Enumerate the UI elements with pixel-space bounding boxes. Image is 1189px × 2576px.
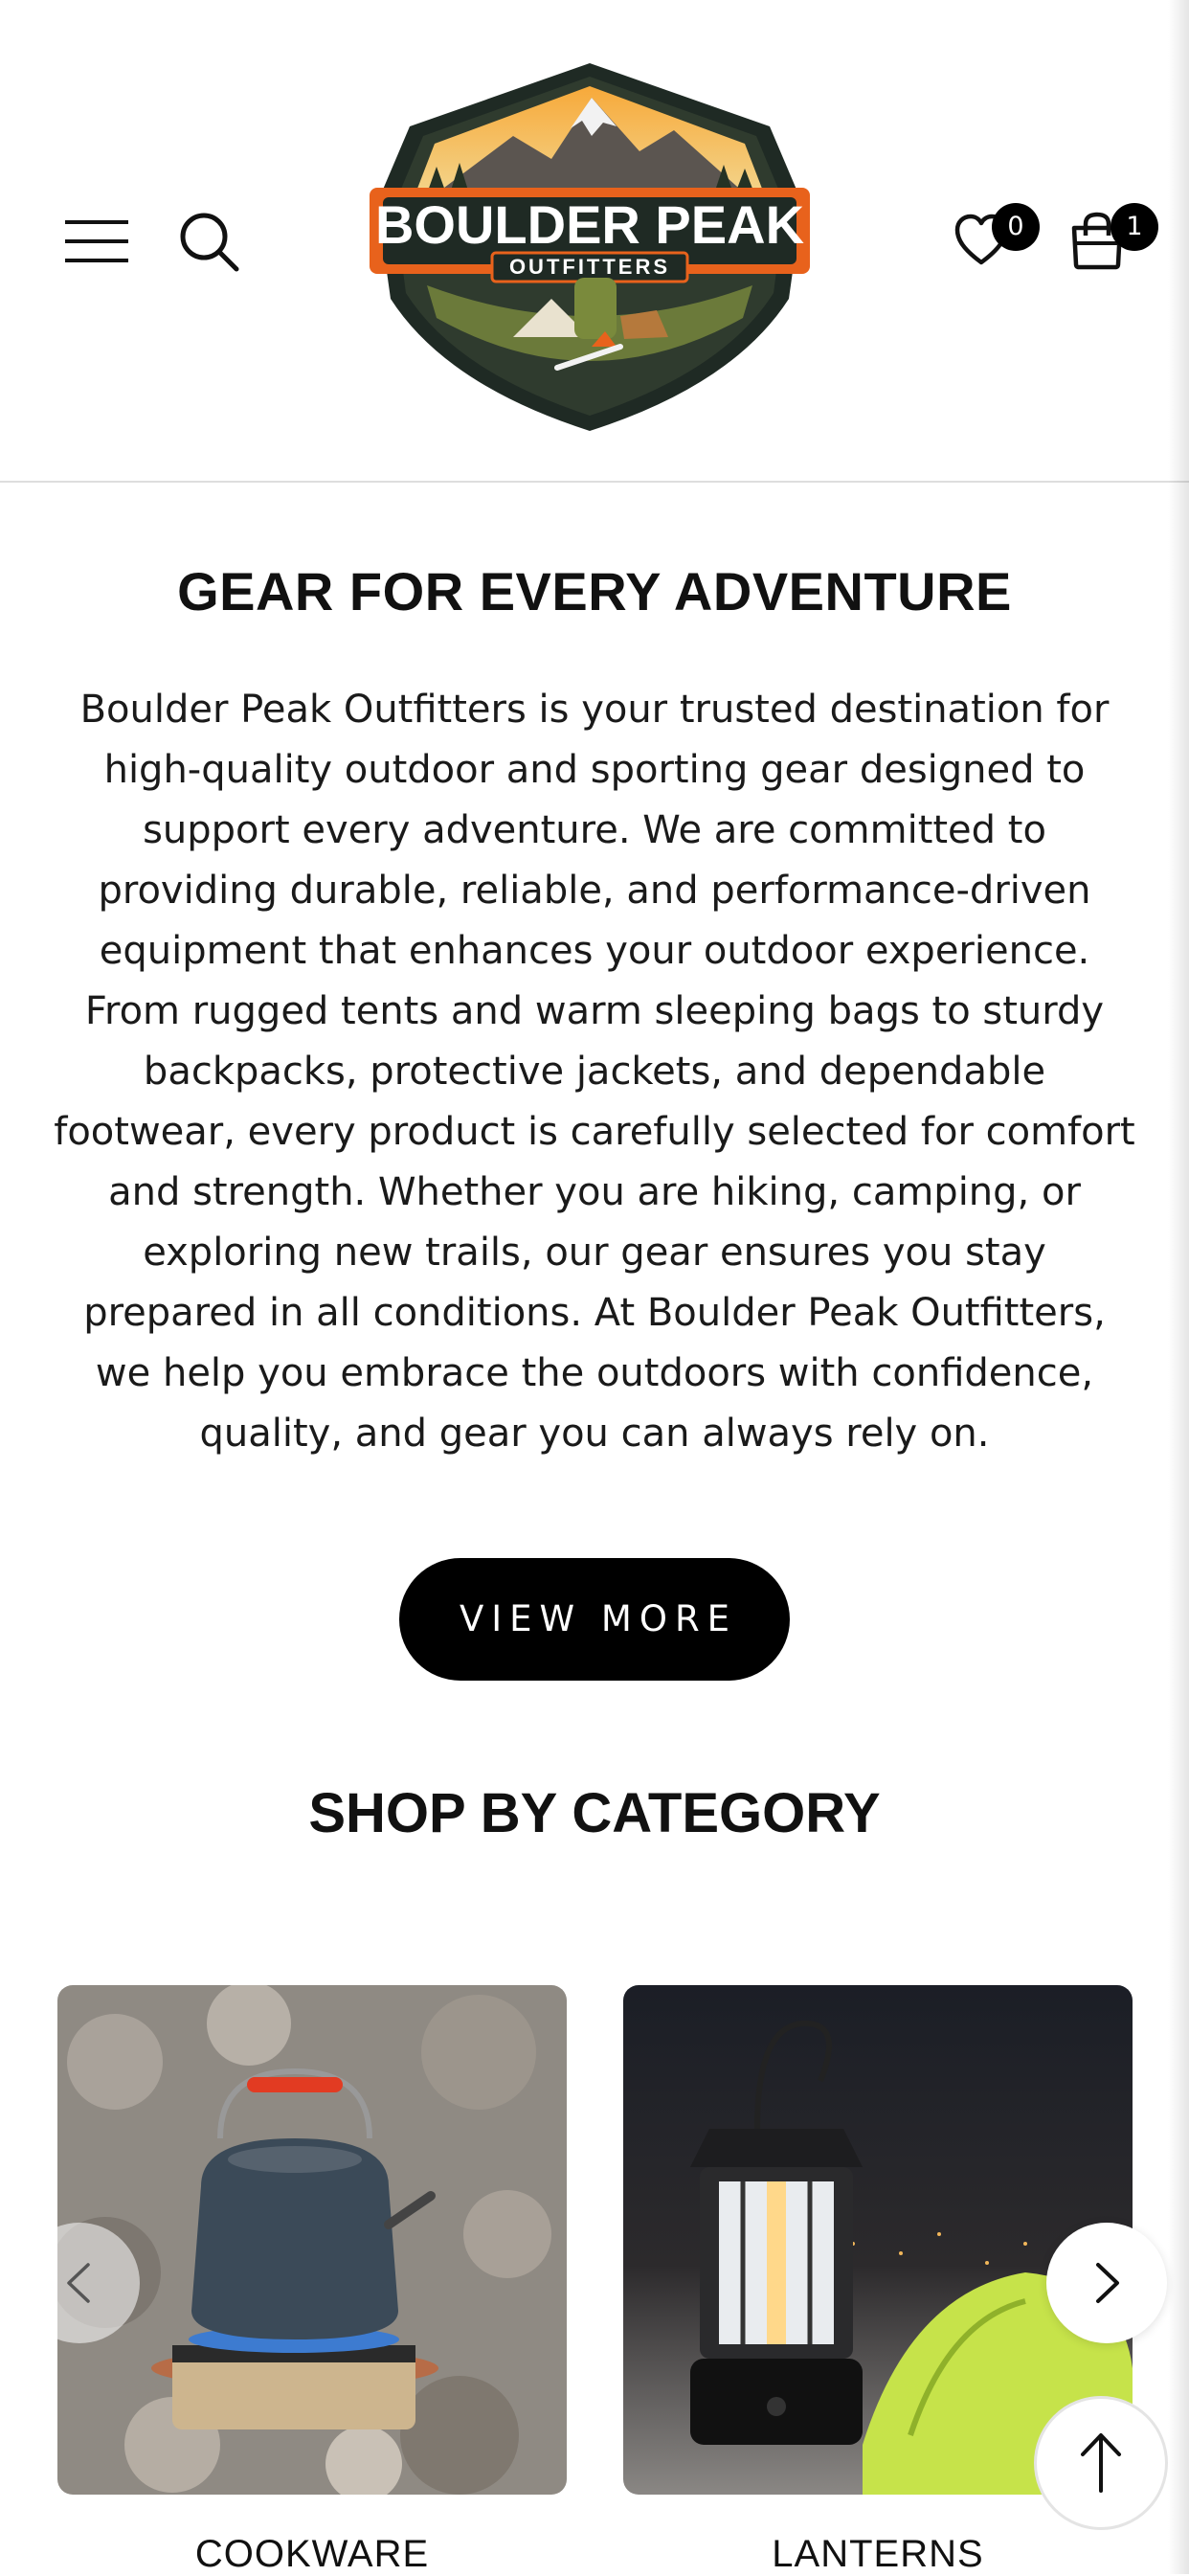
- category-label-cookware[interactable]: COOKWARE: [57, 2533, 567, 2576]
- logo-sub-text: OUTFITTERS: [509, 255, 670, 279]
- back-to-top-button[interactable]: [1034, 2396, 1168, 2530]
- site-header: BOULDER PEAK OUTFITTERS 0 1: [0, 0, 1189, 483]
- cart-count-badge: 1: [1110, 203, 1158, 251]
- intro-title: GEAR FOR EVERY ADVENTURE: [177, 561, 1012, 621]
- logo-brand-text: BOULDER PEAK: [375, 194, 804, 255]
- brand-logo[interactable]: BOULDER PEAK OUTFITTERS: [370, 59, 810, 435]
- chevron-right-icon: [1096, 2263, 1119, 2303]
- search-icon[interactable]: [178, 211, 241, 274]
- carousel-prev-button[interactable]: [19, 2223, 140, 2343]
- category-section-title: SHOP BY CATEGORY: [308, 1782, 881, 1844]
- wishlist-count-badge: 0: [992, 203, 1040, 251]
- carousel-next-button[interactable]: [1046, 2223, 1167, 2343]
- page-edge-shadow: [1168, 0, 1189, 2574]
- hamburger-menu-icon[interactable]: [65, 218, 130, 264]
- intro-text: Boulder Peak Outfitters is your trusted …: [54, 688, 1135, 1456]
- arrow-up-icon: [1081, 2433, 1121, 2493]
- category-label-lanterns[interactable]: LANTERNS: [623, 2533, 1133, 2576]
- chevron-left-icon: [67, 2263, 90, 2303]
- view-more-button[interactable]: VIEW MORE: [399, 1558, 790, 1681]
